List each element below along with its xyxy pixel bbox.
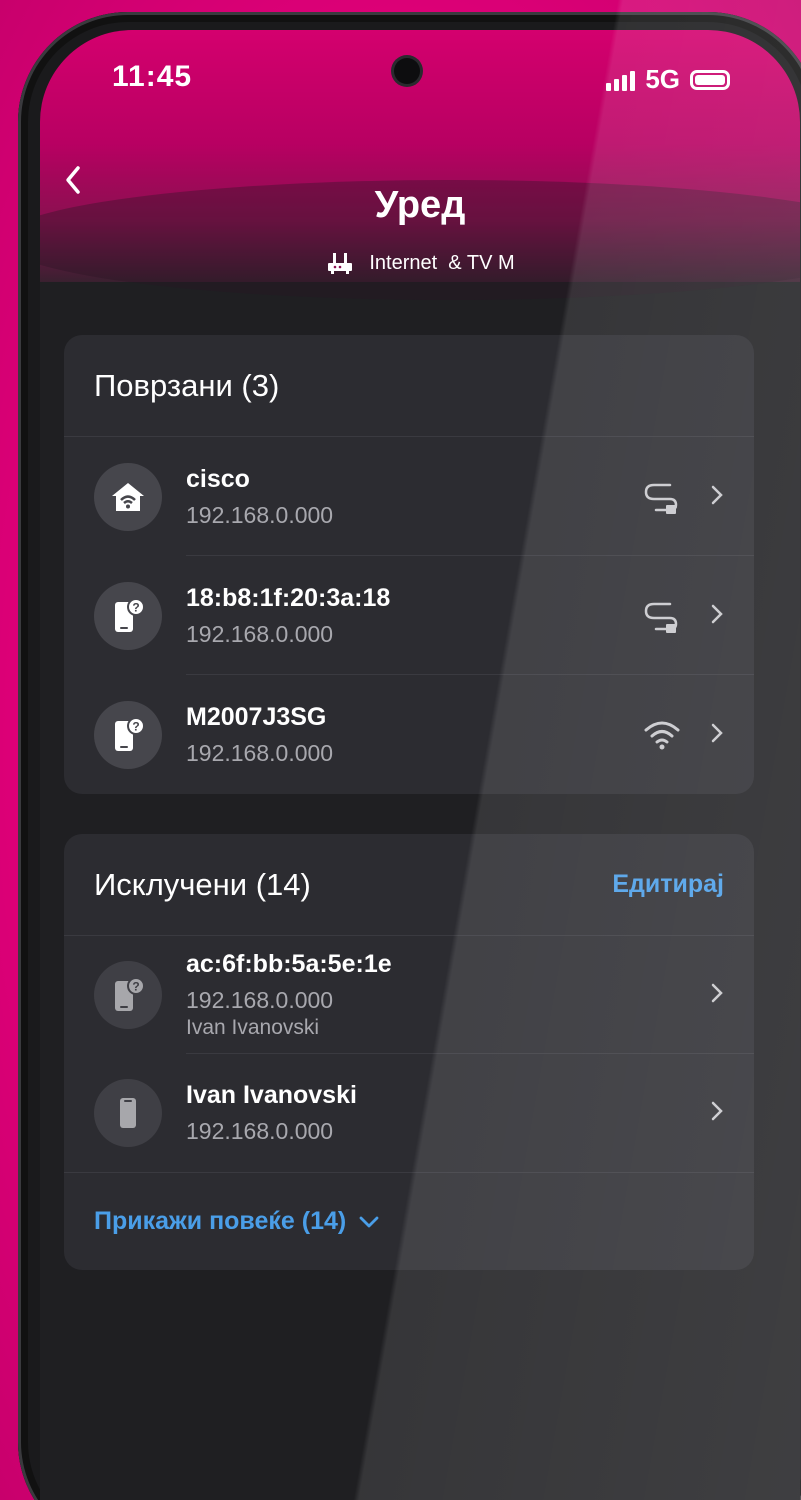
chevron-right-icon [710,600,724,632]
battery-icon [690,69,730,90]
content-area: Поврзани (3) cisco 192.168.0.000 ? 18:b8… [64,335,754,1310]
svg-text:?: ? [132,600,139,614]
device-info: M2007J3SG 192.168.0.000 [186,703,640,767]
device-row[interactable]: Ivan Ivanovski 192.168.0.000 [64,1054,754,1172]
device-row[interactable]: ? M2007J3SG 192.168.0.000 [64,675,754,794]
disconnected-devices-card: Исклучени (14) Едитирај ? ac:6f:bb:5a:5e… [64,834,754,1270]
home-wifi-icon [112,482,144,511]
device-name: ac:6f:bb:5a:5e:1e [186,950,392,978]
edit-button[interactable]: Едитирај [612,870,724,899]
ethernet-cable-icon [640,594,684,638]
router-icon [328,253,353,274]
device-info: Ivan Ivanovski 192.168.0.000 [186,1081,710,1145]
plan-subtitle: Internet & TV M [40,251,800,275]
plan-name: Internet & TV M [369,251,515,274]
device-row[interactable]: ? 18:b8:1f:20:3a:18 192.168.0.000 [64,556,754,675]
front-camera [394,58,420,84]
device-info: 18:b8:1f:20:3a:18 192.168.0.000 [186,584,640,648]
page-background: 11:45 5G Уред Internet & TV M Поврзани (… [0,0,801,1500]
unknown-phone-icon: ? [115,597,145,632]
page-title: Уред [374,184,466,226]
device-row[interactable]: ? ac:6f:bb:5a:5e:1e 192.168.0.000 Ivan I… [64,936,754,1054]
status-indicators: 5G [606,64,730,95]
chevron-right-icon [710,719,724,751]
device-ip: 192.168.0.000 [186,739,334,766]
show-more-button[interactable]: Прикажи повеќе (14) [64,1172,754,1270]
ethernet-cable-icon [640,475,684,519]
device-avatar: ? [94,581,162,650]
connected-devices-card: Поврзани (3) cisco 192.168.0.000 ? 18:b8… [64,335,754,794]
wifi-icon [640,713,684,757]
connected-title: Поврзани (3) [94,367,280,403]
device-avatar [94,462,162,531]
show-more-label: Прикажи повеќе (14) [94,1207,347,1235]
svg-text:?: ? [132,980,139,994]
device-name: M2007J3SG [186,702,327,731]
disconnected-title: Исклучени (14) [94,866,311,902]
chevron-down-icon [359,1216,379,1227]
unknown-phone-icon: ? [115,716,145,751]
device-avatar: ? [94,700,162,769]
unknown-phone-icon: ? [115,977,145,1011]
svg-text:?: ? [132,719,139,733]
device-row[interactable]: cisco 192.168.0.000 [64,437,754,556]
device-info: cisco 192.168.0.000 [186,465,640,529]
device-ip: 192.168.0.000 [186,620,334,647]
device-avatar [94,1079,162,1147]
chevron-right-icon [710,481,724,513]
phone-icon [120,1098,136,1128]
device-ip: 192.168.0.000 [186,501,334,528]
device-name: 18:b8:1f:20:3a:18 [186,583,391,612]
chevron-right-icon [710,979,724,1011]
device-name: cisco [186,464,250,493]
device-ip: 192.168.0.000 [186,1118,334,1144]
network-type: 5G [645,64,680,94]
connected-header: Поврзани (3) [64,335,754,437]
status-time: 11:45 [112,60,193,93]
signal-bars-icon [606,69,636,91]
disconnected-header: Исклучени (14) Едитирај [64,834,754,936]
device-info: ac:6f:bb:5a:5e:1e 192.168.0.000 Ivan Iva… [186,950,710,1040]
device-owner: Ivan Ivanovski [186,1016,320,1039]
phone-screen: 11:45 5G Уред Internet & TV M Поврзани (… [40,30,800,1500]
device-ip: 192.168.0.000 [186,987,334,1013]
device-avatar: ? [94,961,162,1029]
status-bar: 11:45 5G [40,30,800,130]
device-name: Ivan Ivanovski [186,1081,357,1109]
chevron-right-icon [710,1097,724,1129]
